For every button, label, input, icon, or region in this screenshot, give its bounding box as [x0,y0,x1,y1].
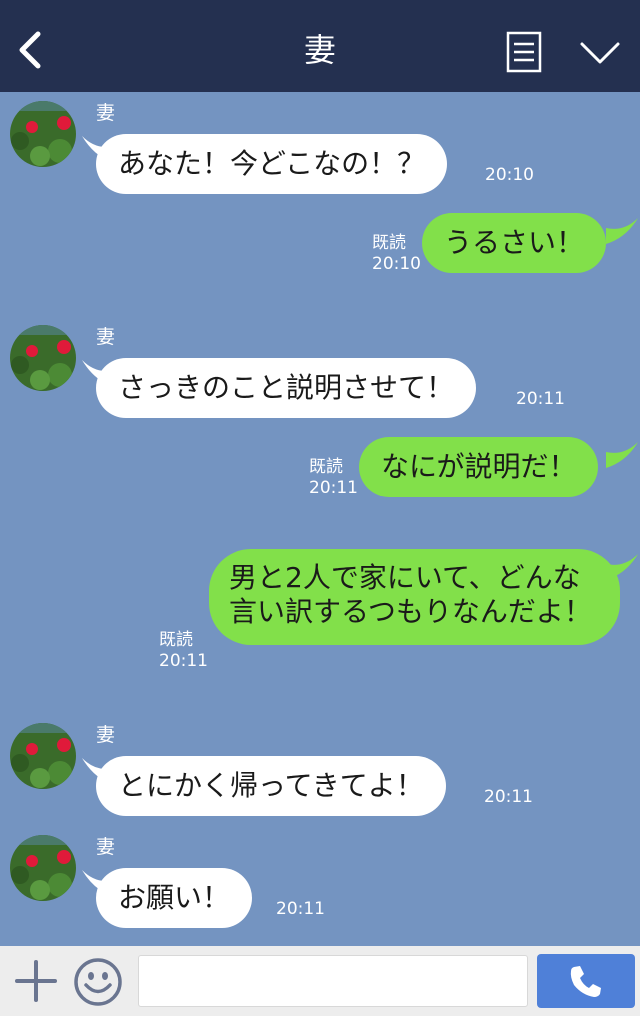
smiley-face-icon [74,958,122,1006]
read-label: 既読 [309,457,343,477]
outgoing-message-bubble[interactable]: なにが説明だ！ [359,437,599,497]
outgoing-message-bubble[interactable]: うるさい！ [422,213,607,273]
sender-name: 妻 [96,836,116,858]
sender-name: 妻 [96,724,116,746]
emoji-button[interactable] [73,957,123,1007]
flower-avatar-icon [10,835,76,901]
message-list[interactable]: 妻 あなた！今どこなの！？ 20:10 既読 20:10 うるさい！ 妻 さっき… [0,92,640,946]
flower-avatar-icon [10,723,76,789]
message-time: 20:11 [276,899,325,919]
message-input[interactable] [138,955,528,1007]
plus-icon [15,960,57,1002]
incoming-message-bubble[interactable]: さっきのこと説明させて！ [96,358,477,418]
add-attachment-button[interactable] [14,959,58,1003]
avatar[interactable] [10,835,76,901]
bubble-tail-out [606,554,638,580]
incoming-message-bubble[interactable]: とにかく帰ってきてよ！ [96,756,446,816]
message-time: 20:11 [159,651,208,671]
chevron-down-icon [580,42,620,64]
message-time: 20:11 [484,787,533,807]
incoming-message-bubble[interactable]: あなた！今どこなの！？ [96,134,448,194]
read-status: 既読 20:11 [309,457,358,499]
message-input-bar [0,946,640,1016]
avatar[interactable] [10,325,76,391]
menu-button[interactable] [504,30,544,74]
message-time: 20:11 [516,389,565,409]
outgoing-message-bubble[interactable]: 男と2人で家にいて、どんな言い訳するつもりなんだよ！ [209,549,620,645]
chat-header: 妻 [0,0,640,92]
avatar[interactable] [10,723,76,789]
chat-title: 妻 [303,31,336,69]
message-time: 20:11 [309,478,358,498]
document-menu-icon [506,31,542,73]
read-status: 既読 20:10 [372,233,421,275]
collapse-button[interactable] [576,34,624,70]
sender-name: 妻 [96,102,116,124]
read-label: 既読 [159,630,193,650]
read-label: 既読 [372,233,406,253]
incoming-message-bubble[interactable]: お願い！ [96,868,253,928]
message-time: 20:10 [485,165,534,185]
flower-avatar-icon [10,101,76,167]
flower-avatar-icon [10,325,76,391]
call-button[interactable] [537,954,635,1008]
bubble-tail-out [606,442,638,468]
avatar[interactable] [10,101,76,167]
sender-name: 妻 [96,326,116,348]
message-time: 20:10 [372,254,421,274]
bubble-tail-out [606,218,638,244]
phone-icon [570,966,601,997]
read-status: 既読 20:11 [159,630,208,672]
